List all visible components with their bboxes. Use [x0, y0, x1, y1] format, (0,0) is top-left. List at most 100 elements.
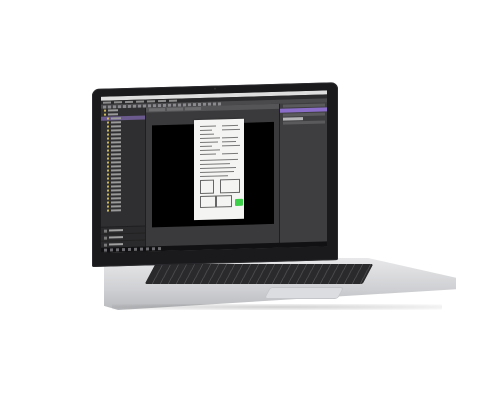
- taskbar-app-icon[interactable]: [158, 247, 161, 251]
- folder-icon: [107, 173, 109, 176]
- layer-icon: [104, 243, 107, 247]
- page-text-line: [200, 141, 218, 143]
- menu-item[interactable]: [114, 101, 122, 104]
- folder-icon: [107, 125, 109, 128]
- page-text-line: [200, 137, 220, 139]
- laptop-keyboard: [144, 264, 374, 284]
- page-text-line: [222, 124, 238, 127]
- folder-icon: [107, 181, 109, 184]
- folder-icon: [107, 149, 109, 152]
- page-text-line: [222, 128, 240, 131]
- taskbar-app-icon[interactable]: [152, 247, 155, 251]
- property-row[interactable]: [283, 120, 325, 125]
- page-text-line: [200, 171, 234, 173]
- tree-item-label: [108, 109, 118, 112]
- tree-item-label: [111, 189, 121, 192]
- page-text-line: [222, 144, 240, 147]
- laptop-screen: [101, 90, 327, 253]
- folder-icon: [107, 201, 109, 204]
- folder-icon: [107, 169, 109, 172]
- taskbar-app-icon[interactable]: [140, 247, 143, 251]
- page-text-line: [200, 125, 216, 127]
- laptop-lid: [92, 82, 338, 267]
- tree-item-label: [111, 121, 121, 124]
- page-text-line: [200, 145, 212, 147]
- tree-item-label: [111, 149, 121, 152]
- tree-item-label: [111, 125, 121, 128]
- folder-icon: [107, 161, 109, 164]
- properties-panel: [279, 102, 327, 248]
- document-tab[interactable]: [149, 107, 165, 112]
- tree-item-label: [111, 137, 121, 140]
- menu-item[interactable]: [158, 99, 166, 103]
- taskbar-app-icon[interactable]: [116, 248, 119, 252]
- folder-icon: [107, 117, 109, 120]
- folder-icon: [107, 205, 109, 208]
- tree-item-label: [111, 165, 121, 168]
- taskbar-app-icon[interactable]: [110, 248, 113, 252]
- page-diagram-box: [216, 195, 232, 208]
- tree-item-label: [111, 117, 121, 120]
- green-stamp-icon[interactable]: [235, 198, 243, 207]
- property-row[interactable]: [283, 117, 303, 121]
- taskbar-app-icon[interactable]: [128, 247, 131, 251]
- tree-item-label: [111, 209, 121, 212]
- taskbar-app-icon[interactable]: [104, 248, 107, 252]
- menu-item[interactable]: [103, 101, 111, 104]
- menu-item[interactable]: [125, 100, 133, 104]
- tree-item-label: [111, 181, 121, 184]
- taskbar-app-icon[interactable]: [122, 248, 125, 252]
- tree-item-label: [111, 161, 121, 164]
- folder-icon: [107, 157, 109, 160]
- page-text-line: [200, 149, 220, 151]
- page-text-line: [200, 166, 236, 169]
- tree-item-label: [111, 201, 121, 204]
- folder-icon: [104, 109, 106, 112]
- page-diagram-box: [200, 195, 216, 208]
- tree-item[interactable]: [101, 208, 145, 213]
- page-text-line: [200, 163, 230, 165]
- document-canvas[interactable]: [152, 118, 274, 228]
- webcam-icon: [214, 87, 216, 90]
- layer-icon: [104, 236, 107, 240]
- taskbar-app-icon[interactable]: [134, 247, 137, 251]
- tree-item-label: [111, 193, 121, 196]
- folder-icon: [107, 121, 109, 124]
- page-text-line: [200, 129, 212, 131]
- folder-icon: [107, 129, 109, 132]
- folder-icon: [107, 209, 109, 212]
- tree-item-label: [111, 185, 121, 188]
- taskbar-app-icon[interactable]: [146, 247, 149, 251]
- layer-icon: [104, 229, 107, 233]
- folder-icon: [107, 185, 109, 188]
- page-text-line: [200, 133, 214, 135]
- tree-item-label: [111, 141, 121, 144]
- folder-icon: [107, 141, 109, 144]
- menu-item[interactable]: [147, 100, 155, 103]
- tree-item-label: [111, 169, 121, 172]
- page-text-line: [222, 136, 238, 139]
- page-diagram-box: [200, 179, 214, 194]
- layer-label: [109, 229, 123, 232]
- folder-icon: [107, 165, 109, 168]
- document-area: [146, 103, 281, 252]
- page-text-line: [222, 152, 238, 155]
- tree-item-label: [108, 113, 118, 116]
- menu-item[interactable]: [136, 100, 144, 103]
- tree-item-label: [111, 153, 121, 156]
- document-page[interactable]: [194, 118, 244, 221]
- tree-item-label: [111, 157, 121, 160]
- tree-item-label: [111, 197, 121, 200]
- menu-item[interactable]: [169, 99, 177, 102]
- folder-icon: [107, 153, 109, 156]
- layer-label: [109, 243, 123, 246]
- page-diagram-box: [220, 178, 240, 194]
- folder-icon: [107, 189, 109, 192]
- document-tab[interactable]: [185, 106, 201, 111]
- folder-icon: [107, 177, 109, 180]
- folder-icon: [107, 197, 109, 200]
- page-text-line: [200, 158, 238, 161]
- property-row[interactable]: [283, 112, 325, 117]
- folder-icon: [107, 133, 109, 136]
- document-tab[interactable]: [167, 107, 183, 111]
